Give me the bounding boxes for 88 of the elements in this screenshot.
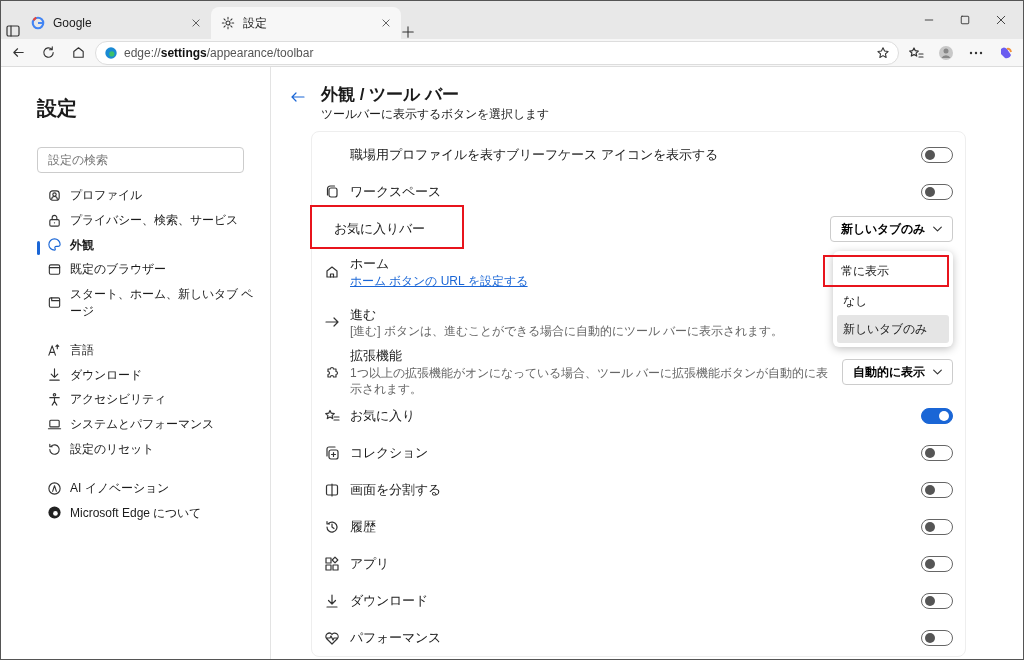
puzzle-icon [324,364,340,381]
sidebar-item[interactable]: 既定のブラウザー [37,257,258,283]
home-icon [324,264,340,281]
sidebar-item[interactable]: ダウンロード [37,362,258,388]
sidebar-item[interactable]: 外観 [37,232,258,258]
profile-icon[interactable] [938,44,954,61]
toggle-switch[interactable] [921,481,953,498]
workspaces-icon [324,183,340,200]
browser-tab[interactable]: Google [21,7,211,39]
refresh-icon[interactable] [40,45,56,60]
chevron-down-icon [933,225,942,232]
download-icon [47,367,62,383]
close-icon[interactable] [191,18,201,28]
profile-icon [47,187,62,203]
setting-label: 職場用プロファイルを表すブリーフケース アイコンを表示する [350,146,718,164]
toggle-switch[interactable] [921,592,953,609]
star-icon[interactable] [876,45,890,60]
google-logo-icon [31,16,45,30]
toggle-switch[interactable] [921,518,953,535]
toggle-switch[interactable] [921,629,953,646]
home-icon[interactable] [70,45,86,60]
setting-label: お気に入りバー [334,220,425,238]
setting-label: 拡張機能 [350,347,402,365]
sidebar-item[interactable]: 設定のリセット [37,436,258,462]
star-list-icon [324,407,340,424]
setting-label: 履歴 [350,518,376,536]
toggle-switch[interactable] [921,407,953,424]
sidebar-item[interactable]: スタート、ホーム、新しいタブ ページ [37,282,258,324]
maximize-icon[interactable] [959,14,971,26]
dropdown-button[interactable]: 自動的に表示 [842,359,953,386]
close-icon[interactable] [995,14,1007,26]
setting-label: コレクション [350,444,428,462]
language-icon [47,342,62,358]
dropdown-button[interactable]: 新しいタブのみ [830,215,953,242]
dropdown-option[interactable]: 常に表示 [823,255,949,288]
setting-description: [進む] ボタンは、進むことができる場合に自動的にツール バーに表示されます。 [350,323,784,340]
browser-window-icon [47,262,62,278]
dropdown-option[interactable]: 新しいタブのみ [837,315,949,344]
download-icon [324,592,340,609]
sidebar-title: 設定 [37,96,78,121]
browser-tab[interactable]: 設定 [211,7,401,39]
toggle-switch[interactable] [921,444,953,461]
palette-icon [47,237,62,253]
setting-label: ワークスペース [350,183,441,201]
toggle-switch[interactable] [921,146,953,163]
close-icon[interactable] [381,18,391,28]
split-screen-icon [324,481,340,498]
dropdown-option[interactable]: なし [837,287,949,316]
edge-logo-icon [47,505,62,521]
sidebar-icon[interactable] [5,23,21,39]
sidebar-item[interactable]: プロファイル [37,183,258,208]
lock-icon [47,212,62,228]
plus-icon[interactable] [401,25,415,39]
collections-icon [324,444,340,461]
sidebar-item[interactable]: アクセシビリティ [37,387,258,413]
sidebar-item[interactable]: AI イノベーション [37,475,258,501]
setting-label: ホーム [350,254,389,273]
heart-pulse-icon [324,629,340,646]
apps-icon [324,555,340,572]
setting-description: 1つ以上の拡張機能がオンになっている場合、ツール バーに拡張機能ボタンが自動的に表示されます。 [350,364,829,398]
toggle-switch[interactable] [921,183,953,200]
url-text: edge://settings/appearance/toolbar [124,44,315,62]
edge-logo-icon [104,45,118,60]
toggle-switch[interactable] [921,555,953,572]
setting-label: 進む [350,305,376,324]
page-icon [47,295,62,311]
home-url-link[interactable]: ホーム ボタンの URL を設定する [350,274,528,289]
setting-label: パフォーマンス [350,629,441,647]
sidebar-item[interactable]: システムとパフォーマンス [37,412,258,437]
selection-indicator [37,240,40,255]
address-bar[interactable]: edge://settings/appearance/toolbar [95,40,899,65]
page-title: 外観 / ツール バー [321,85,460,106]
setting-label: ダウンロード [350,592,428,610]
chevron-down-icon [933,369,942,376]
accessibility-icon [47,392,62,408]
setting-label: 画面を分割する [350,481,441,499]
settings-icon [221,16,235,30]
page-subtitle: ツールバーに表示するボタンを選択します [321,106,549,124]
setting-label: アプリ [350,555,389,573]
search-field[interactable]: 設定の検索 [37,147,244,173]
sidebar-item[interactable]: Microsoft Edge について [37,500,258,526]
setting-label: お気に入り [350,407,415,425]
ai-icon [47,480,62,496]
sidebar-item[interactable]: 言語 [37,337,258,363]
sidebar-item[interactable]: プライバシー、検索、サービス [37,207,258,233]
reset-icon [47,441,62,457]
back-icon[interactable] [10,45,26,60]
history-icon [324,518,340,535]
